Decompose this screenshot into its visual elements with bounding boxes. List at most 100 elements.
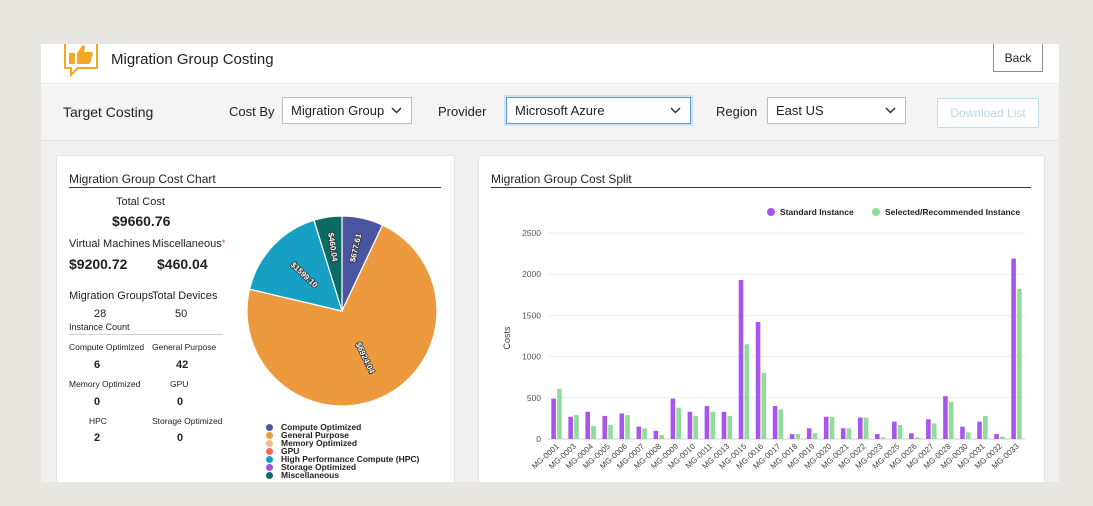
bar[interactable] [772, 406, 778, 439]
back-button[interactable]: Back [993, 44, 1043, 72]
legend-dot [266, 456, 273, 463]
bar[interactable] [795, 434, 801, 439]
bar[interactable] [994, 434, 999, 439]
y-axis-label: Costs [502, 326, 512, 350]
y-tick-label: 2500 [522, 228, 541, 238]
title-divider [69, 187, 441, 188]
provider-label: Provider [438, 104, 487, 119]
bar[interactable] [806, 428, 812, 439]
bar[interactable] [744, 344, 750, 439]
bar[interactable] [727, 415, 733, 439]
legend-dot [266, 448, 273, 455]
cost-by-select[interactable]: Migration Group [282, 97, 412, 124]
vm-label: Virtual Machines [69, 238, 151, 250]
legend-dot [266, 464, 273, 471]
bar[interactable] [636, 426, 642, 439]
bar[interactable] [829, 416, 835, 439]
bar[interactable] [880, 437, 886, 439]
bar[interactable] [687, 411, 693, 439]
bar[interactable] [846, 428, 852, 439]
bar[interactable] [642, 428, 647, 439]
bar[interactable] [591, 425, 596, 439]
region-select[interactable]: East US [767, 97, 906, 124]
bar[interactable] [710, 411, 716, 439]
groups-value: 28 [94, 308, 107, 320]
bar[interactable] [693, 415, 699, 439]
vm-value: $9200.72 [69, 256, 128, 272]
legend-marker [872, 208, 880, 216]
bar[interactable] [778, 409, 784, 439]
bar[interactable] [892, 421, 897, 439]
cost-split-card: Migration Group Cost Split Standard Inst… [478, 155, 1045, 482]
region-value: East US [776, 103, 824, 118]
bar[interactable] [789, 434, 795, 439]
legend-label: Selected/Recommended Instance [885, 207, 1020, 217]
groups-label: Migration Groups [69, 290, 154, 302]
count-value: 2 [94, 432, 101, 444]
bar[interactable] [670, 398, 676, 439]
bar[interactable] [909, 433, 914, 439]
bar[interactable] [977, 421, 982, 439]
bar[interactable] [823, 416, 829, 439]
bar[interactable] [812, 433, 818, 439]
instance-divider [69, 334, 223, 335]
count-label: Compute Optimized [69, 342, 145, 352]
bar[interactable] [914, 437, 920, 439]
cost-by-value: Migration Group [291, 103, 385, 118]
count-label: HPC [89, 416, 107, 426]
bar[interactable] [1017, 289, 1022, 439]
bar[interactable] [863, 417, 869, 439]
misc-label-text: Miscellaneous [152, 238, 222, 250]
bar[interactable] [926, 419, 931, 439]
count-value: 0 [94, 396, 101, 408]
page-header: Migration Group Costing Back [41, 44, 1059, 84]
bar[interactable] [755, 321, 761, 439]
provider-select[interactable]: Microsoft Azure [506, 97, 691, 124]
instance-count-label: Instance Count [69, 322, 130, 332]
bar[interactable] [983, 415, 988, 439]
bar[interactable] [704, 406, 710, 439]
bar[interactable] [897, 424, 903, 439]
content-area: Migration Group Cost Chart Total Cost $9… [41, 141, 1059, 482]
target-costing-label: Target Costing [63, 104, 154, 120]
misc-label: Miscellaneous* [152, 238, 225, 250]
bar[interactable] [676, 407, 681, 439]
y-tick-label: 500 [527, 393, 541, 403]
bar[interactable] [653, 430, 659, 439]
bar[interactable] [874, 434, 880, 439]
y-tick-label: 0 [536, 434, 541, 444]
y-tick-label: 1500 [522, 310, 541, 320]
required-mark: * [221, 238, 226, 248]
region-label: Region [716, 104, 758, 119]
filter-bar: Target Costing Cost By Migration Group P… [41, 85, 1059, 141]
download-list-button[interactable]: Download List [937, 98, 1039, 128]
bar[interactable] [840, 428, 846, 439]
total-cost-label: Total Cost [116, 196, 165, 208]
bar[interactable] [625, 415, 630, 439]
bar[interactable] [943, 396, 948, 439]
bar[interactable] [1000, 436, 1005, 439]
bar[interactable] [619, 413, 625, 439]
cost-split-bar-chart: Standard Instance Selected/Recommended In… [502, 207, 1025, 471]
bar[interactable] [960, 426, 965, 439]
bar[interactable] [557, 388, 562, 439]
bar[interactable] [931, 423, 937, 439]
bar[interactable] [551, 398, 556, 439]
bar[interactable] [585, 411, 590, 439]
bar[interactable] [948, 401, 954, 439]
bar[interactable] [857, 417, 863, 439]
bar[interactable] [659, 434, 664, 439]
bar[interactable] [738, 279, 744, 439]
misc-value: $460.04 [157, 256, 208, 272]
bar[interactable] [721, 411, 727, 439]
bar[interactable] [965, 432, 971, 439]
bar[interactable] [761, 373, 767, 439]
bar[interactable] [608, 424, 613, 439]
bar[interactable] [602, 415, 608, 439]
count-value: 6 [94, 359, 101, 371]
legend-dot [266, 424, 273, 431]
bar[interactable] [574, 415, 579, 439]
chevron-down-icon [885, 107, 896, 114]
bar[interactable] [1011, 258, 1016, 439]
bar[interactable] [568, 416, 573, 439]
